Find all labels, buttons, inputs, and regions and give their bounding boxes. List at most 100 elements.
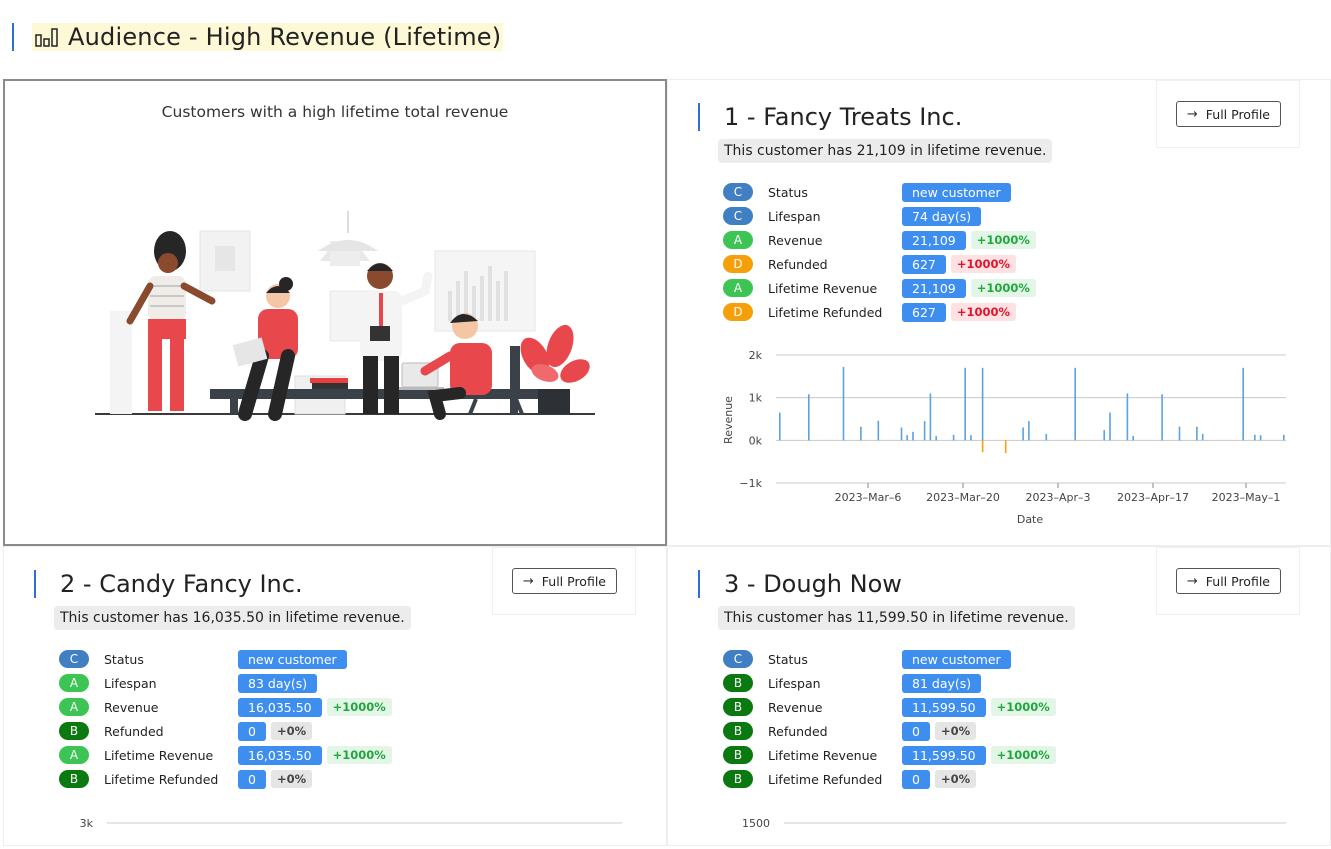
arrow-right-icon: → — [1186, 573, 1198, 589]
grade-badge: A — [723, 279, 753, 297]
metric-value: 0 — [238, 769, 266, 789]
metric-row: B Refunded 0 +0% — [723, 719, 1056, 743]
grade-badge: B — [723, 746, 753, 764]
page-header: Audience - High Revenue (Lifetime) — [12, 22, 504, 52]
metrics-list: C Status new customer B Lifespan 81 day(s) B Re… — [723, 647, 1056, 791]
revenue-bar — [779, 412, 781, 441]
revenue-bar — [1196, 426, 1198, 441]
grade-badge: C — [59, 650, 89, 668]
metric-row: B Revenue 11,599.50 +1000% — [723, 695, 1056, 719]
metric-row: C Status new customer — [59, 647, 392, 671]
metric-value: 16,035.50 — [238, 745, 322, 765]
revenue-bar — [1022, 427, 1024, 441]
revenue-bar — [1103, 430, 1105, 441]
revenue-summary: This customer has 21,109 in lifetime rev… — [718, 139, 1053, 163]
grade-badge: C — [723, 183, 753, 201]
full-profile-button[interactable]: → Full Profile — [1175, 568, 1281, 594]
metric-row: B Refunded 0 +0% — [59, 719, 392, 743]
metric-value: 16,035.50 — [238, 697, 322, 717]
revenue-bar — [860, 426, 862, 441]
change-badge: +0% — [934, 722, 977, 740]
metric-row: B Lifetime Revenue 11,599.50 +1000% — [723, 743, 1056, 767]
revenue-bar — [929, 393, 932, 441]
full-profile-container: → Full Profile — [1156, 547, 1300, 615]
full-profile-button[interactable]: → Full Profile — [511, 568, 617, 594]
metric-label: Status — [768, 184, 808, 200]
revenue-bar — [952, 434, 955, 441]
revenue-bar — [877, 420, 880, 441]
metric-value: new customer — [902, 649, 1011, 669]
metric-row: A Lifespan 83 day(s) — [59, 671, 392, 695]
grade-badge: C — [723, 650, 753, 668]
customer-title: 1 - Fancy Treats Inc. — [698, 102, 962, 132]
revenue-chart: 2k 1k 0k −1k 2023–Mar–6 2023–Mar–20 2023–Apr–… — [722, 349, 1286, 526]
metric-label: Revenue — [768, 232, 823, 248]
revenue-bar — [981, 367, 984, 441]
full-profile-label: Full Profile — [541, 573, 606, 589]
customer-card-2: 2 - Candy Fancy Inc. → Full Profile This… — [3, 546, 667, 846]
metric-value: 74 day(s) — [902, 206, 982, 226]
intro-text: Customers with a high lifetime total rev… — [161, 103, 509, 121]
metric-value: 81 day(s) — [902, 673, 982, 693]
refund-bar — [981, 440, 984, 453]
metric-label: Lifetime Revenue — [768, 280, 878, 296]
metric-value: 627 — [902, 254, 946, 274]
team-meeting-illustration — [95, 211, 595, 421]
revenue-summary: This customer has 11,599.50 in lifetime … — [718, 606, 1075, 630]
grade-badge: C — [723, 207, 753, 225]
customer-title-text: 3 - Dough Now — [724, 570, 902, 598]
metric-label: Lifespan — [768, 208, 821, 224]
change-badge: +1000% — [970, 231, 1036, 249]
revenue-bar — [935, 436, 937, 441]
metric-value: 0 — [238, 721, 266, 741]
change-badge: +1000% — [326, 746, 392, 764]
customer-title: 3 - Dough Now — [698, 569, 902, 599]
metric-row: C Status new customer — [723, 180, 1036, 204]
intro-panel: Customers with a high lifetime total rev… — [3, 79, 667, 546]
metrics-list: C Status new customer C Lifespan 74 day(s) A Re… — [723, 180, 1036, 324]
revenue-bar — [1201, 433, 1204, 441]
change-badge: +1000% — [970, 279, 1036, 297]
x-tick-label: 2023–Apr–17 — [1117, 491, 1189, 504]
y-tick-label: 0k — [749, 434, 763, 447]
customer-title: 2 - Candy Fancy Inc. — [34, 569, 303, 599]
refund-bar — [1004, 440, 1007, 454]
x-tick-label: 2023–Mar–6 — [835, 491, 902, 504]
revenue-bar — [1074, 367, 1076, 441]
metric-label: Status — [768, 651, 808, 667]
full-profile-container: → Full Profile — [1156, 80, 1300, 148]
title-accent-bar — [698, 103, 700, 131]
metric-row: D Lifetime Refunded 627 +1000% — [723, 300, 1036, 324]
metric-label: Lifespan — [768, 675, 821, 691]
metric-row: D Refunded 627 +1000% — [723, 252, 1036, 276]
revenue-bar — [1126, 393, 1129, 441]
grade-badge: A — [59, 674, 89, 692]
metric-value: 21,109 — [902, 230, 966, 250]
metric-label: Refunded — [768, 256, 828, 272]
grade-badge: B — [723, 770, 753, 788]
y-tick-label: 3k — [80, 817, 94, 830]
metric-row: B Lifetime Refunded 0 +0% — [723, 767, 1056, 791]
arrow-right-icon: → — [522, 573, 534, 589]
metric-label: Revenue — [768, 699, 823, 715]
customer-title-text: 2 - Candy Fancy Inc. — [60, 570, 303, 598]
metric-row: A Lifetime Revenue 16,035.50 +1000% — [59, 743, 392, 767]
revenue-bar — [912, 431, 914, 441]
metric-value: 21,109 — [902, 278, 966, 298]
y-tick-label: 1k — [749, 392, 763, 405]
full-profile-button[interactable]: → Full Profile — [1175, 101, 1281, 127]
revenue-bar — [1028, 421, 1030, 441]
full-profile-container: → Full Profile — [492, 547, 636, 615]
revenue-bar — [964, 367, 966, 441]
revenue-bar — [808, 394, 810, 441]
metric-value: 0 — [902, 769, 930, 789]
metric-label: Lifetime Refunded — [768, 304, 883, 320]
grade-badge: D — [723, 303, 753, 321]
full-profile-label: Full Profile — [1205, 573, 1270, 589]
metric-value: new customer — [902, 182, 1011, 202]
revenue-bar — [1132, 436, 1134, 441]
metric-value: 83 day(s) — [238, 673, 318, 693]
page-title: Audience - High Revenue (Lifetime) — [32, 23, 504, 51]
y-tick-label: 1500 — [742, 817, 770, 830]
metric-label: Status — [104, 651, 144, 667]
